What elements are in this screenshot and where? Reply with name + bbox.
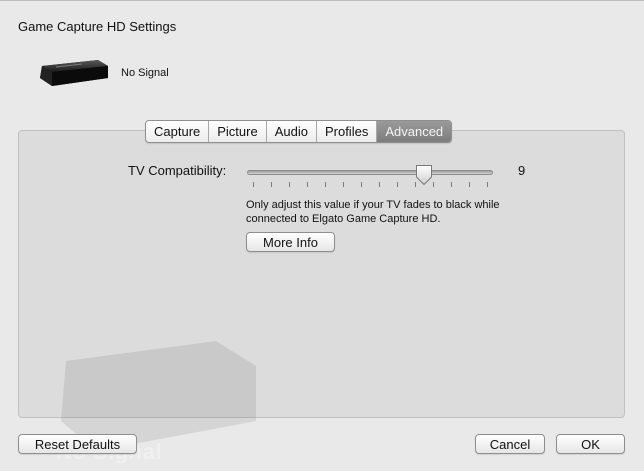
more-info-button[interactable]: More Info: [246, 232, 335, 252]
cancel-button[interactable]: Cancel: [475, 434, 545, 454]
slider-tick: [289, 182, 290, 187]
tab-capture[interactable]: Capture: [146, 121, 210, 142]
slider-tick: [397, 182, 398, 187]
slider-tick: [451, 182, 452, 187]
slider-tick: [379, 182, 380, 187]
tab-profiles[interactable]: Profiles: [317, 121, 378, 142]
slider-ticks: [253, 182, 488, 190]
settings-window: Game Capture HD Settings No Signal No Si…: [0, 0, 644, 471]
slider-tick: [469, 182, 470, 187]
slider-tick: [307, 182, 308, 187]
slider-tick: [343, 182, 344, 187]
tab-picture[interactable]: Picture: [209, 121, 267, 142]
capture-device-icon: [40, 60, 108, 86]
slider-tick: [253, 182, 254, 187]
slider-tick: [271, 182, 272, 187]
slider-knob[interactable]: [415, 164, 433, 186]
tab-bar: Capture Picture Audio Profiles Advanced: [145, 120, 453, 143]
window-title: Game Capture HD Settings: [18, 19, 177, 34]
tab-audio[interactable]: Audio: [267, 121, 317, 142]
reset-defaults-button[interactable]: Reset Defaults: [18, 434, 137, 454]
tv-compatibility-hint: Only adjust this value if your TV fades …: [246, 199, 500, 225]
capture-device-image: [38, 56, 110, 90]
tv-compatibility-value: 9: [518, 163, 526, 178]
ok-button[interactable]: OK: [556, 434, 625, 454]
slider-tick: [325, 182, 326, 187]
tv-compatibility-slider[interactable]: [247, 170, 493, 175]
slider-tick: [361, 182, 362, 187]
device-status: No Signal: [121, 67, 169, 79]
slider-tick: [433, 182, 434, 187]
slider-tick: [487, 182, 488, 187]
tv-compatibility-label: TV Compatibility:: [128, 163, 227, 178]
tab-advanced[interactable]: Advanced: [377, 121, 452, 142]
